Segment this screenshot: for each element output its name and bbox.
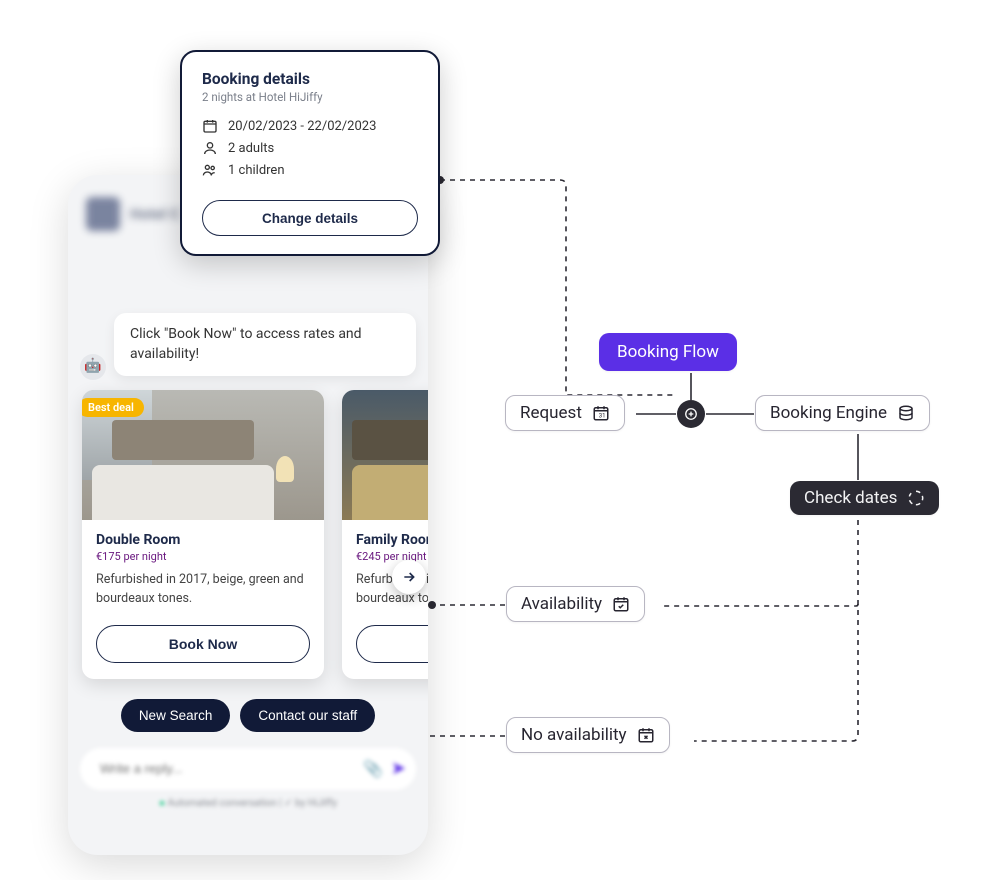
tip-text: Click "Book Now" to access rates and ava… [130,326,362,362]
attach-icon[interactable]: 📎 [363,759,383,778]
chat-tip-bubble: 🤖 Click "Book Now" to access rates and a… [114,313,416,376]
room-name: Family Room [356,532,428,548]
action-row: New Search Contact our staff [80,699,416,732]
children-row: 1 children [202,162,418,178]
popover-title: Booking details [202,70,418,88]
people-icon [202,162,218,178]
dates-row: 20/02/2023 - 22/02/2023 [202,118,418,134]
adults-row: 2 adults [202,140,418,156]
svg-text:31: 31 [599,413,606,420]
booking-details-popover: Booking details 2 nights at Hotel HiJiff… [180,50,440,256]
room-image: Best deal [82,390,324,520]
popover-subtitle: 2 nights at Hotel HiJiffy [202,90,418,104]
person-icon [202,140,218,156]
room-name: Double Room [96,532,310,548]
room-price: €175 per night [96,550,310,563]
loading-circle-icon [907,489,925,507]
best-deal-badge: Best deal [82,398,144,417]
contact-staff-button[interactable]: Contact our staff [240,699,375,732]
room-card-double[interactable]: Best deal Double Room €175 per night Ref… [82,390,324,679]
node-label: Booking Engine [770,403,887,423]
arrow-right-icon [401,569,417,585]
book-now-button[interactable]: Book Now [356,625,428,663]
database-icon [897,404,915,422]
node-label: Availability [521,594,602,614]
node-check-dates: Check dates [790,481,939,515]
book-now-button[interactable]: Book Now [96,625,310,663]
room-card-family[interactable]: Family Room €245 per night Refurbished i… [342,390,428,679]
new-search-button[interactable]: New Search [121,699,231,732]
node-no-availability: No availability [506,717,670,753]
calendar-x-icon [637,726,655,744]
node-label: Booking Flow [617,342,719,362]
node-booking-flow: Booking Flow [599,333,737,371]
hotel-title: Hotel C [130,205,180,223]
node-booking-engine: Booking Engine [755,395,930,431]
carousel-next-button[interactable] [392,560,426,594]
node-label: Check dates [804,488,897,508]
reply-input-row[interactable]: 📎 ➤ [80,748,416,790]
plus-joint-icon [677,400,705,428]
node-availability: Availability [506,586,645,622]
footer-automation-note: ● Automated conversation | ✓ by HiJiffy [80,798,416,809]
room-carousel[interactable]: Best deal Double Room €175 per night Ref… [82,390,416,679]
calendar-icon: 31 [592,404,610,422]
calendar-check-icon [612,595,630,613]
hotel-logo-icon [86,197,120,231]
reply-input[interactable] [98,760,363,777]
node-label: No availability [521,725,627,745]
node-request: Request 31 [505,395,625,431]
phone-mockup: Hotel C 🤖 Click "Book Now" to access rat… [68,175,428,855]
calendar-icon [202,118,218,134]
room-desc: Refurbished in 2017, beige, green and bo… [96,571,310,609]
change-details-button[interactable]: Change details [202,200,418,236]
room-image [342,390,428,520]
node-label: Request [520,403,582,423]
send-icon[interactable]: ➤ [391,758,406,779]
bot-avatar-icon: 🤖 [80,354,106,380]
